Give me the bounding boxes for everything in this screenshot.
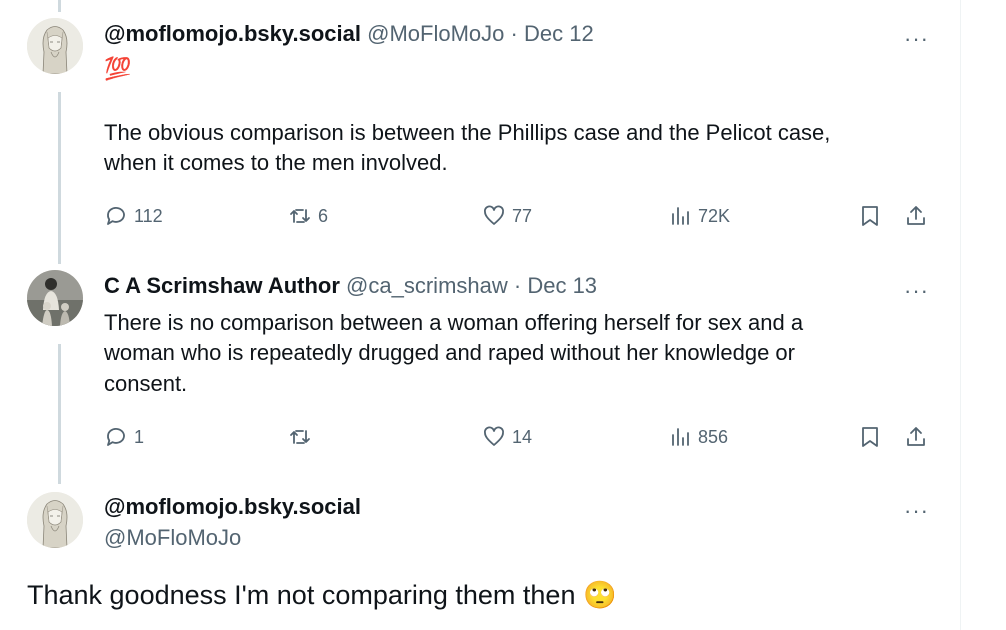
- reply-count: 112: [134, 205, 163, 226]
- emoji-hundred: 💯: [104, 56, 132, 81]
- reply-button[interactable]: 1: [104, 425, 144, 449]
- repost-icon: [290, 209, 310, 223]
- tweet-text: Thank goodness I'm not comparing them th…: [27, 580, 576, 610]
- display-name[interactable]: @moflomojo.bsky.social: [104, 21, 361, 46]
- more-options-button[interactable]: ···: [904, 280, 929, 302]
- focused-tweet-text: Thank goodness I'm not comparing them th…: [27, 578, 617, 612]
- share-icon: [907, 206, 925, 225]
- reply-icon: [107, 207, 125, 225]
- reply-count: 1: [134, 426, 145, 447]
- tweet-text-line: The obvious comparison is between the Ph…: [104, 120, 831, 145]
- user-handle[interactable]: @ca_scrimshaw: [346, 273, 508, 298]
- reply-icon: [107, 428, 125, 446]
- tweet-text-line: when it comes to the men involved.: [104, 150, 448, 175]
- user-handle[interactable]: @MoFloMoJo: [367, 21, 504, 46]
- bookmark-button[interactable]: [858, 204, 888, 228]
- views-icon: [672, 207, 689, 225]
- user-handle[interactable]: @MoFloMoJo: [104, 524, 241, 552]
- bookmark-icon: [862, 206, 878, 226]
- avatar-sketch-icon: [27, 18, 83, 74]
- like-count: 14: [512, 426, 533, 447]
- separator-dot: ·: [513, 273, 522, 298]
- column-border: [960, 0, 961, 630]
- avatar-sketch-icon: [27, 492, 83, 548]
- more-options-button[interactable]: ···: [904, 28, 929, 50]
- avatar[interactable]: [27, 18, 83, 74]
- bookmark-icon: [862, 427, 878, 447]
- views-button[interactable]: 72K: [668, 204, 730, 228]
- like-count: 77: [512, 205, 533, 226]
- view-count: 856: [698, 426, 729, 447]
- tweet-date[interactable]: Dec 13: [527, 273, 597, 298]
- share-icon: [907, 427, 925, 446]
- heart-icon: [484, 205, 504, 225]
- more-options-button[interactable]: ···: [904, 500, 929, 522]
- share-button[interactable]: [904, 425, 934, 449]
- thread-line-1: [58, 92, 61, 264]
- thread-line-2: [58, 344, 61, 484]
- tweet-header: C A Scrimshaw Author @ca_scrimshaw · Dec…: [104, 272, 597, 300]
- like-button[interactable]: 14: [482, 425, 532, 449]
- share-button[interactable]: [904, 204, 934, 228]
- avatar[interactable]: [27, 270, 83, 326]
- repost-icon: [290, 430, 310, 444]
- thread-line-top: [58, 0, 61, 12]
- tweet-text-line: consent.: [104, 371, 188, 396]
- tweet-date[interactable]: Dec 12: [524, 21, 594, 46]
- repost-button[interactable]: [288, 425, 318, 449]
- tweet-header: @moflomojo.bsky.social @MoFloMoJo · Dec …: [104, 20, 594, 48]
- tweet-text-line: There is no comparison between a woman o…: [104, 310, 804, 335]
- eye-roll-emoji: 🙄: [582, 580, 617, 610]
- views-icon: [672, 428, 689, 446]
- views-button[interactable]: 856: [668, 425, 728, 449]
- bookmark-button[interactable]: [858, 425, 888, 449]
- like-button[interactable]: 77: [482, 204, 532, 228]
- tweet-text-line: woman who is repeatedly drugged and rape…: [104, 340, 795, 365]
- avatar[interactable]: [27, 492, 83, 548]
- view-count: 72K: [698, 205, 731, 226]
- heart-icon: [484, 426, 504, 446]
- reply-button[interactable]: 112: [104, 204, 163, 228]
- avatar-photo-icon: [27, 270, 83, 326]
- display-name[interactable]: @moflomojo.bsky.social: [104, 493, 361, 521]
- display-name[interactable]: C A Scrimshaw Author: [104, 273, 340, 298]
- repost-button[interactable]: 6: [288, 204, 328, 228]
- separator-dot: ·: [510, 21, 518, 46]
- repost-count: 6: [318, 205, 329, 226]
